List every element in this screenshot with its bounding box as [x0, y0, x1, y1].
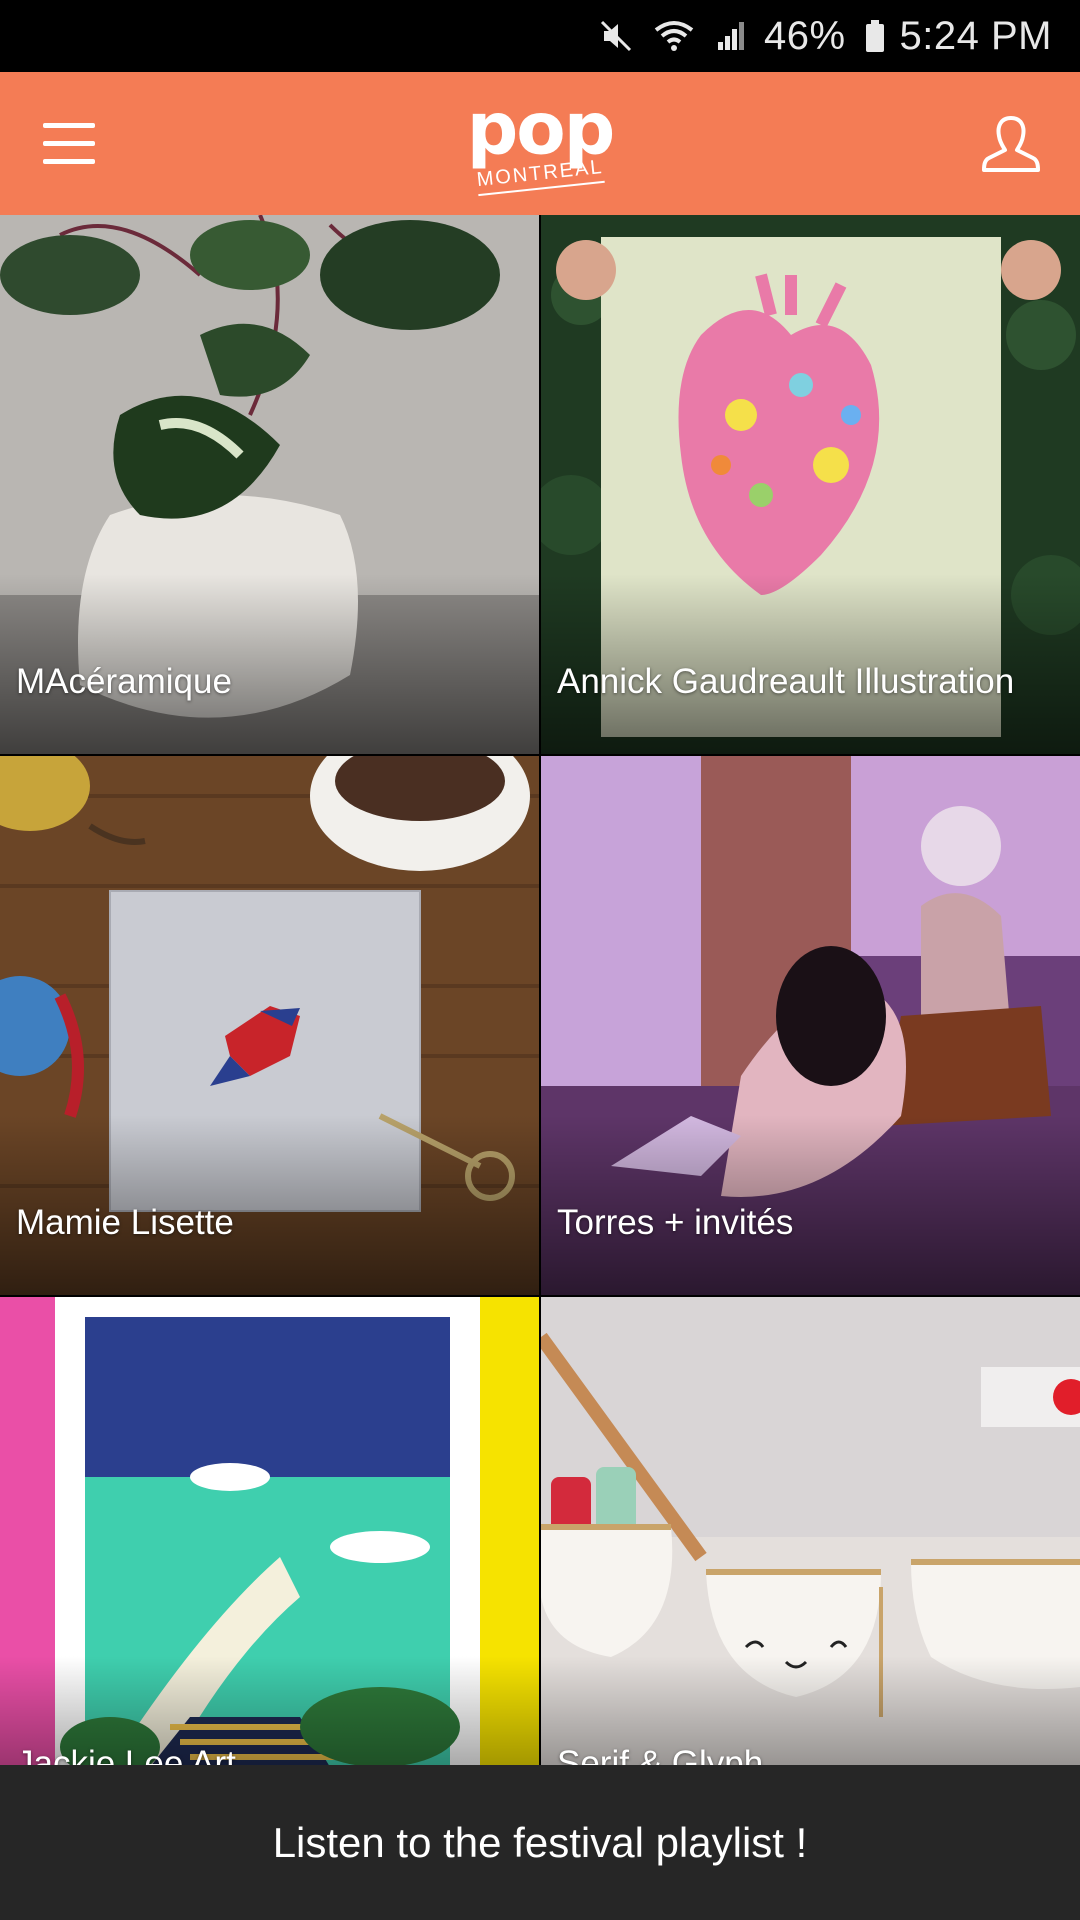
battery-icon [864, 18, 886, 54]
wifi-icon [652, 18, 696, 54]
tile-label: Mamie Lisette [16, 1203, 234, 1242]
tile-torres[interactable]: Torres + invités [541, 756, 1080, 1295]
tile-label: Annick Gaudreault Illustration [557, 662, 1015, 701]
playlist-banner-button[interactable]: Listen to the festival playlist ! [0, 1765, 1080, 1920]
tile-label: Torres + invités [557, 1203, 794, 1242]
app-logo[interactable]: pop MONTREAL [466, 86, 616, 196]
status-bar: 46% 5:24 PM [0, 0, 1080, 72]
tile-label: Jackie Lee Art [16, 1744, 236, 1765]
artist-grid: MAcéramique Annick Gaudreault Illustrati… [0, 215, 1080, 1765]
tile-serif-glyph[interactable]: Serif & Glyph [541, 1297, 1080, 1765]
menu-icon [43, 122, 95, 164]
menu-button[interactable] [34, 109, 104, 179]
tile-maceramique[interactable]: MAcéramique [0, 215, 539, 754]
battery-percent: 46% [763, 13, 846, 58]
playlist-banner-text: Listen to the festival playlist ! [272, 1818, 808, 1866]
app-bar: pop MONTREAL [0, 72, 1080, 215]
tile-label: Serif & Glyph [557, 1744, 764, 1765]
tile-jackie-lee-art[interactable]: Jackie Lee Art [0, 1297, 539, 1765]
signal-icon [714, 18, 750, 54]
tile-mamie-lisette[interactable]: Mamie Lisette [0, 756, 539, 1295]
profile-icon [982, 115, 1040, 172]
logo-text: pop [466, 86, 616, 170]
mute-icon [598, 18, 634, 54]
profile-button[interactable] [976, 109, 1046, 179]
clock: 5:24 PM [899, 13, 1052, 58]
tile-annick-gaudreault[interactable]: Annick Gaudreault Illustration [541, 215, 1080, 754]
tile-label: MAcéramique [16, 662, 232, 701]
